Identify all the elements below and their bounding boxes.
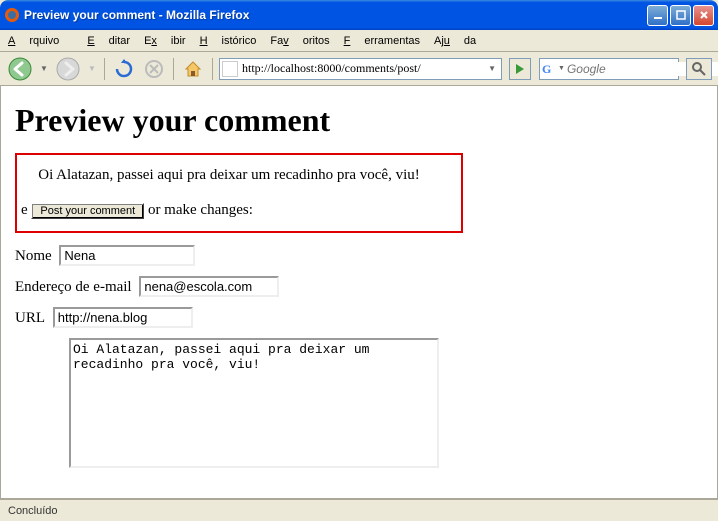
menubar: Arquivo Editar Exibir Histórico Favorito… xyxy=(0,30,718,52)
menu-exibir[interactable]: Exibir xyxy=(144,35,186,47)
google-icon[interactable]: G xyxy=(542,61,556,77)
email-label: Endereço de e-mail xyxy=(15,279,132,295)
minimize-button[interactable] xyxy=(647,5,668,26)
forward-button xyxy=(54,56,82,82)
toolbar-separator xyxy=(173,58,174,80)
action-suffix: or make changes: xyxy=(148,202,253,218)
url-input[interactable] xyxy=(242,61,485,76)
url-field[interactable] xyxy=(53,307,193,328)
page-icon xyxy=(222,61,238,77)
menu-historico[interactable]: Histórico xyxy=(200,35,257,47)
nome-field[interactable] xyxy=(59,245,195,266)
back-dropdown-icon[interactable]: ▼ xyxy=(38,56,50,82)
back-button[interactable] xyxy=(6,56,34,82)
comment-textarea[interactable] xyxy=(69,338,439,468)
maximize-button[interactable] xyxy=(670,5,691,26)
url-label: URL xyxy=(15,310,45,326)
url-dropdown-icon[interactable]: ▼ xyxy=(485,64,499,73)
nome-label: Nome xyxy=(15,248,52,264)
content-area: Preview your comment Oi Alatazan, passei… xyxy=(0,86,718,499)
preview-text: Oi Alatazan, passei aqui pra deixar um r… xyxy=(21,167,437,184)
statusbar: Concluído xyxy=(0,499,718,521)
toolbar-separator xyxy=(104,58,105,80)
action-row: e Post your comment or make changes: xyxy=(21,202,437,219)
window-titlebar: Preview your comment - Mozilla Firefox xyxy=(0,0,718,30)
url-row: URL xyxy=(15,307,703,328)
firefox-icon xyxy=(4,7,20,23)
close-button[interactable] xyxy=(693,5,714,26)
window-controls xyxy=(647,5,714,26)
menu-editar[interactable]: Editar xyxy=(87,35,130,47)
window-title: Preview your comment - Mozilla Firefox xyxy=(24,8,647,22)
preview-highlight-box: Oi Alatazan, passei aqui pra deixar um r… xyxy=(15,153,463,233)
reload-button[interactable] xyxy=(111,56,137,82)
search-button[interactable] xyxy=(686,58,712,80)
forward-dropdown-icon: ▼ xyxy=(86,56,98,82)
stop-button xyxy=(141,56,167,82)
email-field[interactable] xyxy=(139,276,279,297)
url-bar[interactable]: ▼ xyxy=(219,58,502,80)
email-row: Endereço de e-mail xyxy=(15,276,703,297)
menu-arquivo[interactable]: Arquivo xyxy=(8,35,73,47)
comment-row xyxy=(15,338,703,473)
post-comment-button[interactable]: Post your comment xyxy=(31,203,144,219)
search-box[interactable]: G ▼ xyxy=(539,58,679,80)
menu-ajuda[interactable]: Ajuda xyxy=(434,35,476,47)
navigation-toolbar: ▼ ▼ ▼ G ▼ xyxy=(0,52,718,86)
svg-text:G: G xyxy=(542,62,551,76)
menu-ferramentas[interactable]: Ferramentas xyxy=(344,35,420,47)
toolbar-separator xyxy=(212,58,213,80)
menu-favoritos[interactable]: Favoritos xyxy=(270,35,329,47)
page-body: Preview your comment Oi Alatazan, passei… xyxy=(1,86,717,491)
nome-row: Nome xyxy=(15,245,703,266)
home-button[interactable] xyxy=(180,56,206,82)
status-text: Concluído xyxy=(8,505,58,517)
action-prefix: e xyxy=(21,202,28,218)
search-dropdown-icon[interactable]: ▼ xyxy=(558,65,565,72)
page-heading: Preview your comment xyxy=(15,102,703,139)
go-button[interactable] xyxy=(509,58,531,80)
